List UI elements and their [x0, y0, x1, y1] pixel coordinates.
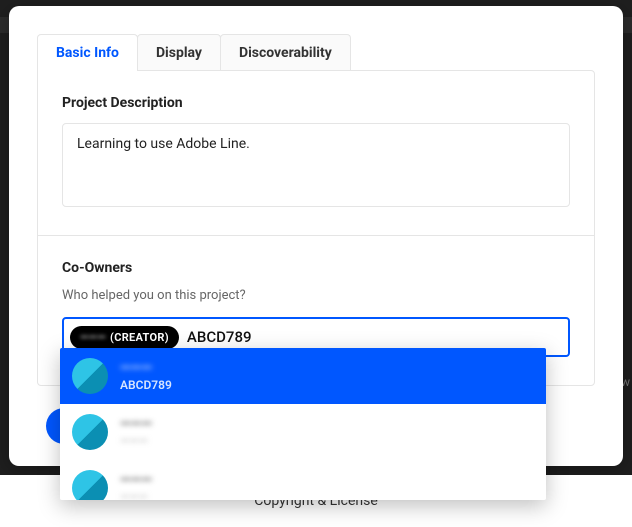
suggestion-name: ——— — [120, 416, 152, 432]
tab-discoverability[interactable]: Discoverability — [220, 34, 351, 71]
avatar — [72, 358, 108, 394]
coowners-sublabel: Who helped you on this project? — [62, 288, 570, 303]
creator-chip-name: ——— — [80, 331, 106, 344]
avatar — [72, 470, 108, 500]
suggestion-text: ——— ——— — [120, 416, 152, 448]
suggestion-sub: ——— — [120, 434, 152, 448]
creator-chip[interactable]: ——— (CREATOR) — [70, 326, 179, 349]
coowners-label: Co-Owners — [62, 260, 570, 276]
suggestion-item[interactable]: ——— ——— — [60, 460, 546, 500]
coowners-search-input[interactable] — [187, 324, 562, 350]
suggestions-scroll[interactable]: ——— ABCD789 ——— ——— ——— ——— — [60, 348, 546, 500]
suggestion-sub: ——— — [120, 490, 152, 500]
creator-chip-suffix: (CREATOR) — [110, 331, 169, 344]
tab-panel-basic: Project Description Learning to use Adob… — [37, 70, 595, 386]
suggestion-item[interactable]: ——— ABCD789 — [60, 348, 546, 404]
section-coowners: Co-Owners Who helped you on this project… — [38, 236, 594, 357]
section-description: Project Description Learning to use Adob… — [38, 71, 594, 211]
suggestion-name: ——— — [120, 360, 172, 376]
coowners-suggestions-dropdown: ——— ABCD789 ——— ——— ——— ——— — [60, 348, 546, 500]
description-label: Project Description — [62, 95, 570, 111]
tab-display[interactable]: Display — [137, 34, 221, 71]
suggestion-text: ——— ABCD789 — [120, 360, 172, 392]
suggestion-sub: ABCD789 — [120, 378, 172, 392]
description-textarea[interactable]: Learning to use Adobe Line. — [62, 123, 570, 207]
tabs: Basic Info Display Discoverability — [37, 34, 595, 71]
suggestion-name: ——— — [120, 472, 152, 488]
tab-basic-info[interactable]: Basic Info — [37, 34, 138, 71]
suggestion-item[interactable]: ——— ——— — [60, 404, 546, 460]
suggestion-text: ——— ——— — [120, 472, 152, 500]
avatar — [72, 414, 108, 450]
